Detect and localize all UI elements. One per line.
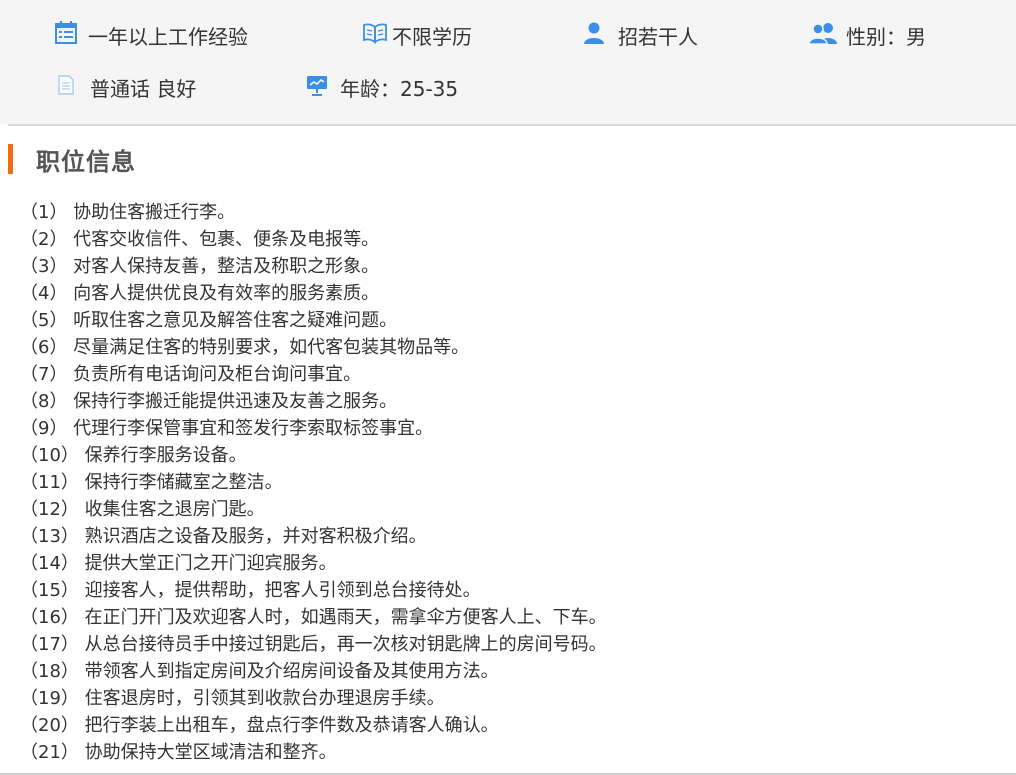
section-title: 职位信息 [36,147,136,176]
duty-item: （20） 把行李装上出租车，盘点行李件数及恭请客人确认。 [20,715,499,736]
duty-item: （14） 提供大堂正门之开门迎宾服务。 [20,553,337,574]
duty-item: （8） 保持行李搬迁能提供迅速及友善之服务。 [20,391,398,412]
requirement-age: 年龄：25-35 [306,72,458,102]
duty-item: （9） 代理行李保管事宜和签发行李索取标签事宜。 [20,418,434,439]
duty-item: （10） 保养行李服务设备。 [20,445,247,466]
duty-item: （7） 负责所有电话询问及柜台询问事宜。 [20,364,362,385]
people-icon [808,21,838,50]
section-accent-bar [8,144,13,174]
open-book-icon [362,22,388,49]
requirement-gender: 性别：男 [808,20,926,50]
duty-item: （15） 迎接客人，提供帮助，把客人引领到总台接待处。 [20,580,481,601]
document-icon [58,74,74,100]
duty-item: （3） 对客人保持友善，整洁及称职之形象。 [20,256,380,277]
requirement-experience: 一年以上工作经验 [54,20,248,50]
person-icon [582,21,606,50]
education-text: 不限学历 [392,24,472,49]
duty-item: （18） 带领客人到指定房间及介绍房间设备及其使用方法。 [20,661,499,682]
presentation-board-icon [306,74,328,101]
gender-text: 性别：男 [846,24,926,49]
requirement-headcount: 招若干人 [582,20,698,50]
duty-item: （6） 尽量满足住客的特别要求，如代客包装其物品等。 [20,337,470,358]
duty-item: （19） 住客退房时，引领其到收款台办理退房手续。 [20,688,445,709]
calendar-list-icon [54,20,78,50]
duty-item: （16） 在正门开门及欢迎客人时，如遇雨天，需拿伞方便客人上、下车。 [20,607,607,628]
duty-item: （1） 协助住客搬迁行李。 [20,202,236,223]
experience-text: 一年以上工作经验 [88,24,248,49]
language-text: 普通话 良好 [90,76,197,101]
duty-item: （21） 协助保持大堂区域清洁和整齐。 [20,742,337,763]
section-divider [8,124,1016,126]
duty-item: （12） 收集住客之退房门匙。 [20,499,265,520]
duty-item: （2） 代客交收信件、包裹、便条及电报等。 [20,229,380,250]
duty-item: （4） 向客人提供优良及有效率的服务素质。 [20,283,380,304]
duty-item: （13） 熟识酒店之设备及服务，并对客积极介绍。 [20,526,427,547]
requirement-language: 普通话 良好 [58,72,196,102]
duty-list: （1） 协助住客搬迁行李。 （2） 代客交收信件、包裹、便条及电报等。 （3） … [20,199,607,766]
duty-item: （5） 听取住客之意见及解答住客之疑难问题。 [20,310,398,331]
requirement-education: 不限学历 [362,20,472,50]
duty-item: （17） 从总台接待员手中接过钥匙后，再一次核对钥匙牌上的房间号码。 [20,634,607,655]
section-header: 职位信息 [8,142,136,176]
headcount-text: 招若干人 [618,24,698,49]
job-requirements-panel: 一年以上工作经验 不限学历 招若干人 性别：男 普通话 良好 年龄：25-35 [0,0,1016,124]
duty-item: （11） 保持行李储藏室之整洁。 [20,472,283,493]
age-text: 年龄：25-35 [340,76,459,101]
